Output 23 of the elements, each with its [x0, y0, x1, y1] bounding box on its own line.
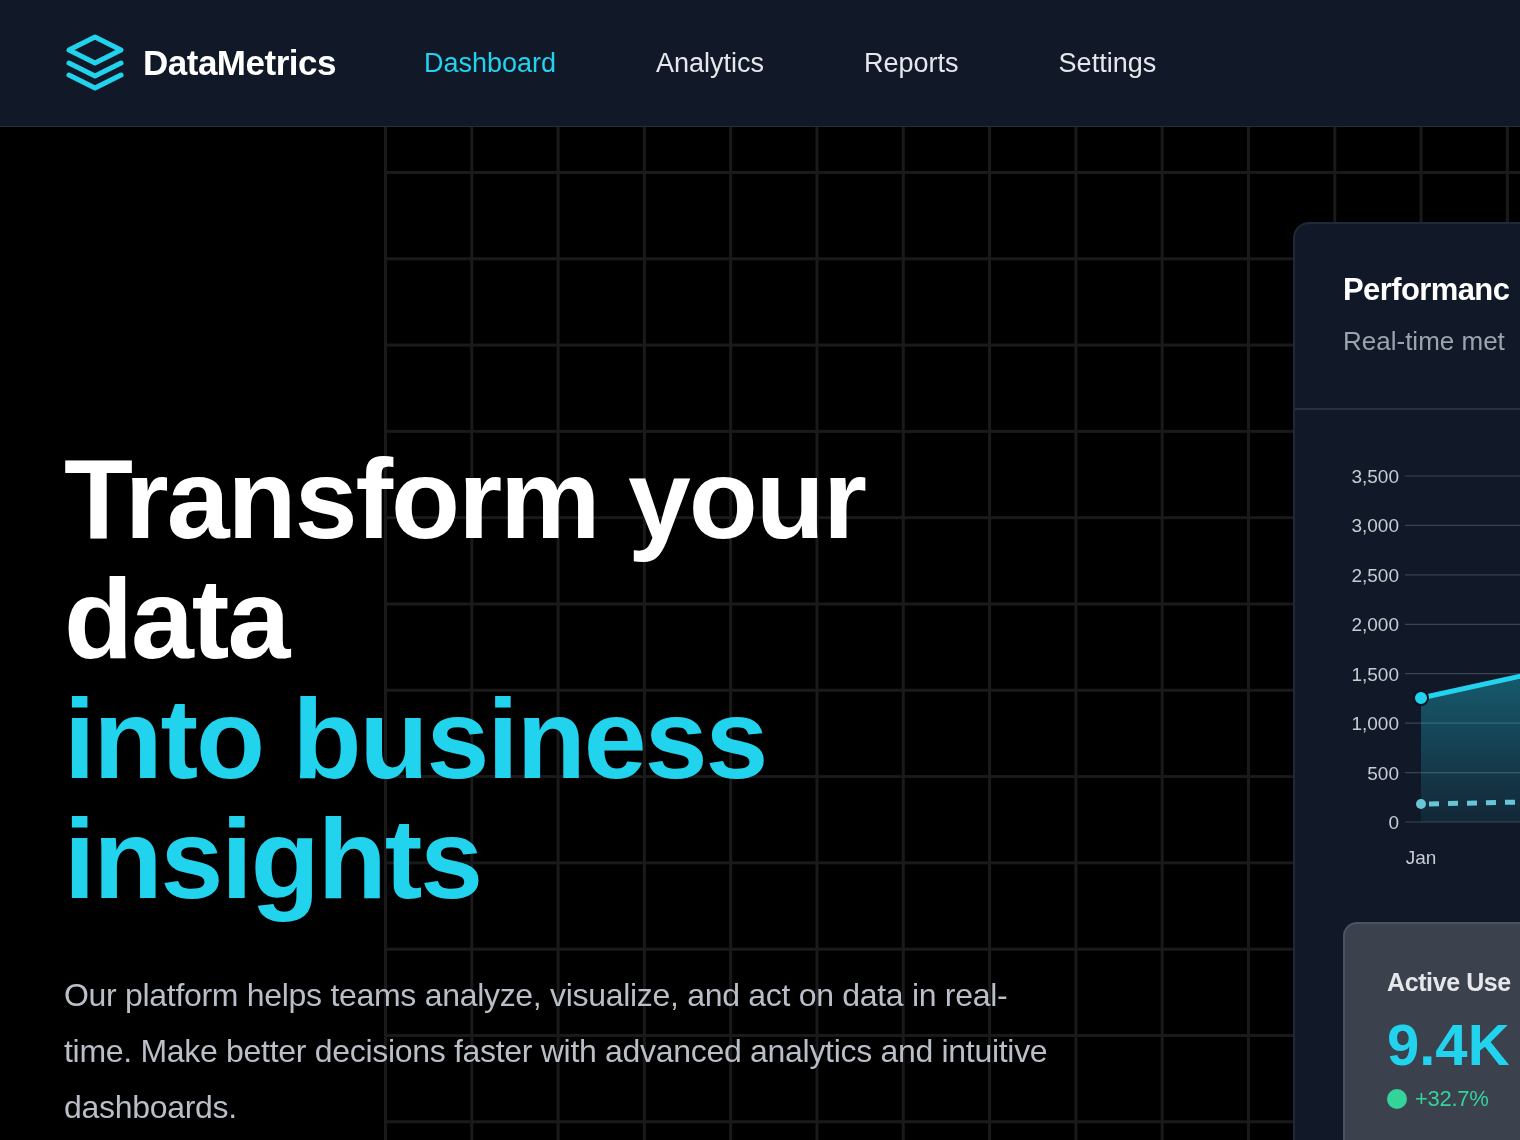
y-axis-label: 1,000	[1351, 713, 1399, 735]
x-axis-label: Jan	[1405, 847, 1437, 868]
stat-label: Active Use	[1387, 968, 1512, 997]
y-axis-label: 2,500	[1351, 564, 1399, 586]
y-axis-label: 500	[1367, 762, 1399, 784]
y-axis-label: 0	[1388, 812, 1399, 833]
trend-dot-icon	[1387, 1089, 1407, 1109]
card-subtitle: Real-time met	[1343, 326, 1506, 357]
hero-heading-line: Transform your data	[64, 439, 867, 679]
y-axis-label: 3,000	[1351, 515, 1399, 537]
y-axis-label: 1,500	[1351, 663, 1399, 685]
brand-name[interactable]: DataMetrics	[143, 43, 336, 83]
y-axis-label: 2,000	[1351, 614, 1399, 636]
stat-value: 9.4K	[1387, 1011, 1511, 1078]
stat-change: +32.7%	[1415, 1086, 1489, 1112]
nav-link[interactable]: Dashboard	[423, 47, 556, 79]
card-title: Performanc	[1343, 272, 1511, 308]
hero-description: Our platform helps teams analyze, visualize, and act on data in real-time. Make better decisions faster with advanced analytics and intuitive dashboards.	[64, 976, 1049, 1127]
y-axis-label: 3,500	[1351, 466, 1399, 487]
nav-link[interactable]: Reports	[864, 47, 959, 79]
nav-link[interactable]: Settings	[1058, 47, 1157, 79]
stacked-layers-icon	[65, 34, 125, 92]
nav-link[interactable]: Analytics	[656, 47, 765, 79]
